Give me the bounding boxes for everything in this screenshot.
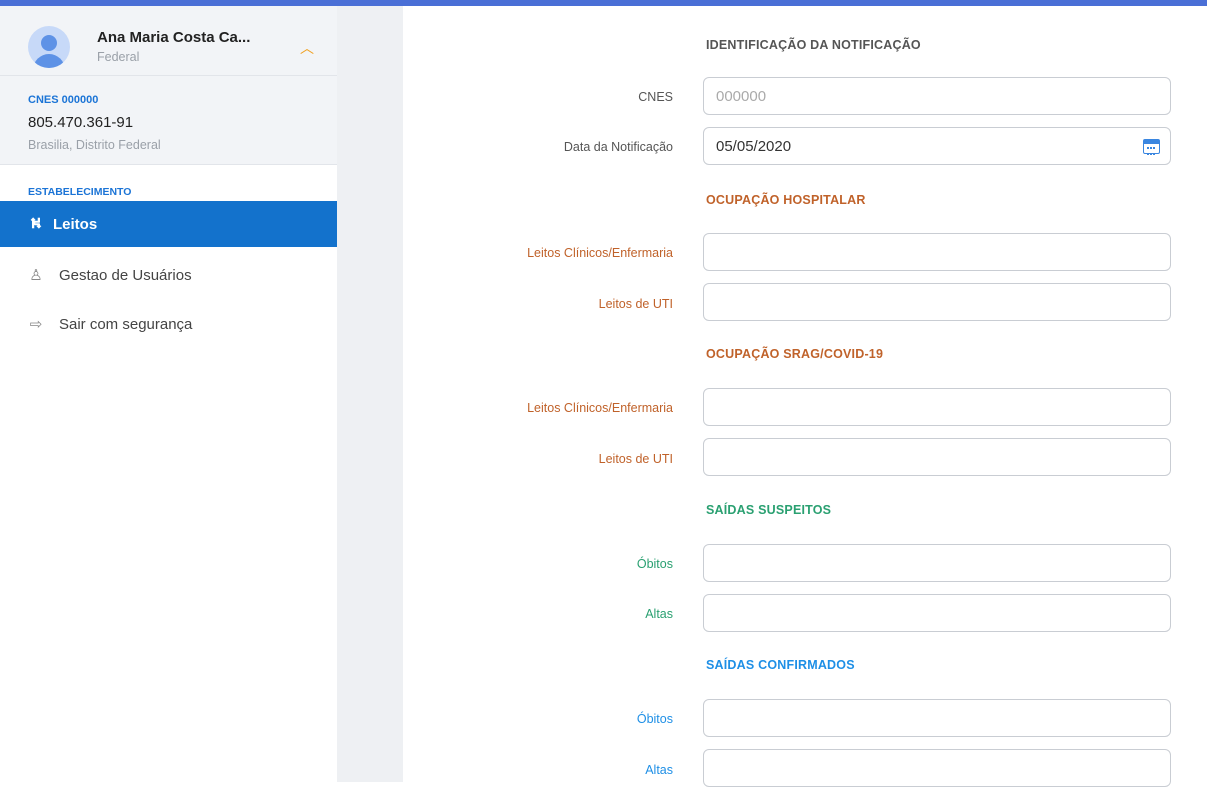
establishment-info: CNES 000000 805.470.361-91 Brasilia, Dis… bbox=[0, 76, 337, 165]
sidebar-item-usuarios[interactable]: ♙ Gestao de Usuários bbox=[0, 252, 337, 298]
chevron-up-icon[interactable]: ︿ bbox=[300, 38, 314, 58]
hospital-leitos-clinicos-input[interactable] bbox=[703, 233, 1171, 271]
establishment-city: Brasilia, Distrito Federal bbox=[28, 138, 161, 152]
sidebar: Ana Maria Costa Ca... Federal ︿ CNES 000… bbox=[0, 6, 338, 782]
section-title-ocupacao-hospitalar: OCUPAÇÃO HOSPITALAR bbox=[706, 193, 866, 207]
cnes-code: CNES 000000 bbox=[28, 94, 99, 106]
leitos-clinicos-label: Leitos Clínicos/Enfermaria bbox=[527, 246, 673, 260]
obitos-label: Óbitos bbox=[636, 557, 673, 571]
notification-date-input[interactable]: 05/05/2020 bbox=[703, 127, 1171, 165]
suspeitos-obitos-input[interactable] bbox=[703, 544, 1171, 582]
srag-leitos-uti-input[interactable] bbox=[703, 438, 1171, 476]
cnes-input[interactable]: 000000 bbox=[703, 77, 1171, 115]
sidebar-item-leitos[interactable]: ⛕ Leitos bbox=[0, 201, 337, 247]
sidebar-section-label: ESTABELECIMENTO bbox=[28, 186, 132, 198]
user-role: Federal bbox=[97, 50, 140, 64]
user-name: Ana Maria Costa Ca... bbox=[97, 29, 251, 46]
section-title-ocupacao-srag: OCUPAÇÃO SRAG/COVID-19 bbox=[706, 347, 884, 361]
logout-icon: ⇨ bbox=[29, 316, 43, 333]
leitos-clinicos-label: Leitos Clínicos/Enfermaria bbox=[527, 401, 673, 415]
leitos-uti-label: Leitos de UTI bbox=[598, 297, 673, 311]
avatar bbox=[28, 26, 70, 68]
users-icon: ♙ bbox=[29, 267, 43, 284]
hospital-leitos-uti-input[interactable] bbox=[703, 283, 1171, 321]
sidebar-item-logout[interactable]: ⇨ Sair com segurança bbox=[0, 301, 337, 347]
section-title-identificacao: IDENTIFICAÇÃO DA NOTIFICAÇÃO bbox=[706, 38, 921, 52]
section-title-saidas-confirmados: SAÍDAS CONFIRMADOS bbox=[706, 658, 855, 672]
cnes-label: CNES bbox=[638, 90, 673, 104]
establishment-id: 805.470.361-91 bbox=[28, 114, 134, 131]
calendar-icon[interactable] bbox=[1143, 139, 1160, 155]
section-title-saidas-suspeitos: SAÍDAS SUSPEITOS bbox=[706, 503, 832, 517]
sidebar-item-label: Sair com segurança bbox=[59, 315, 193, 333]
date-label: Data da Notificação bbox=[563, 140, 673, 154]
sidebar-item-label: Leitos bbox=[53, 215, 98, 233]
content-gutter bbox=[337, 6, 403, 782]
confirmados-obitos-input[interactable] bbox=[703, 699, 1171, 737]
user-profile[interactable]: Ana Maria Costa Ca... Federal ︿ bbox=[0, 6, 337, 76]
suspeitos-altas-input[interactable] bbox=[703, 594, 1171, 632]
altas-label: Altas bbox=[645, 763, 673, 777]
bed-icon: ⛕ bbox=[30, 214, 42, 232]
altas-label: Altas bbox=[645, 607, 673, 621]
obitos-label: Óbitos bbox=[636, 712, 673, 726]
confirmados-altas-input[interactable] bbox=[703, 749, 1171, 787]
date-value: 05/05/2020 bbox=[716, 137, 792, 155]
srag-leitos-clinicos-input[interactable] bbox=[703, 388, 1171, 426]
sidebar-item-label: Gestao de Usuários bbox=[59, 266, 192, 284]
notification-form: IDENTIFICAÇÃO DA NOTIFICAÇÃO CNES 000000… bbox=[403, 6, 1207, 787]
leitos-uti-label: Leitos de UTI bbox=[598, 452, 673, 466]
